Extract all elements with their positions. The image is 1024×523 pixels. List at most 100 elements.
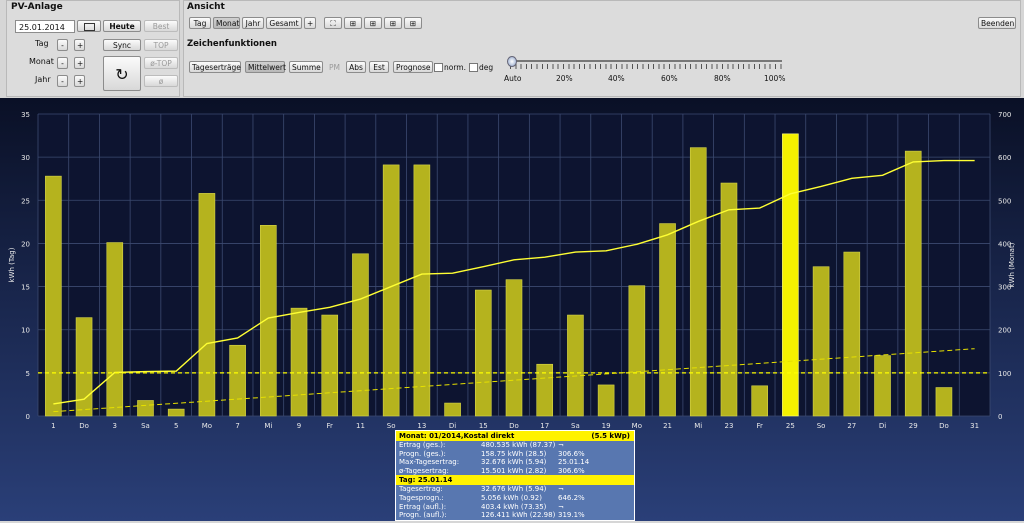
day-header: Tag: 25.01.14 xyxy=(396,475,634,486)
tooltip-cell: Tagesprogn.: xyxy=(399,493,444,502)
y2-tick-label: 200 xyxy=(998,327,1011,335)
x-tick-label: Fr xyxy=(756,422,763,430)
day-rows: Tagesertrag: 32.676 kWh (5.94) ¬ Tagesprogn… xyxy=(396,485,634,519)
x-tick-label: 13 xyxy=(417,422,426,430)
x-tick-label: Sa xyxy=(571,422,580,430)
sum-button[interactable]: Summe xyxy=(289,61,323,73)
x-tick-label: Do xyxy=(79,422,89,430)
norm-checkbox[interactable] xyxy=(434,63,443,72)
top-button[interactable]: TOP xyxy=(144,39,178,51)
bar xyxy=(536,363,554,417)
export-icon-1[interactable]: ⊞ xyxy=(344,17,362,29)
tooltip-cell: 25.01.14 xyxy=(558,458,590,467)
exit-button[interactable]: Beenden xyxy=(978,17,1016,29)
tab-total[interactable]: Gesamt xyxy=(266,17,302,29)
slider-handle[interactable] xyxy=(507,56,517,67)
bar xyxy=(904,150,922,417)
year-minus-button[interactable]: - xyxy=(57,75,68,87)
y2-axis-label: kWh (Monat) xyxy=(1008,242,1016,287)
pv-panel-title: PV-Anlage xyxy=(11,2,63,12)
x-tick-label: 5 xyxy=(174,422,178,430)
tooltip-cell: 15.501 kWh (2.82) xyxy=(481,466,547,475)
year-plus-button[interactable]: + xyxy=(74,75,85,87)
deg-checkbox[interactable] xyxy=(469,63,478,72)
tooltip-cell: Max-Tagesertrag: xyxy=(399,458,460,467)
tooltip-cell: 158.75 kWh (28.5) xyxy=(481,449,547,458)
tooltip-row: Progn. (aufl.): 126.411 kWh (22.98) 319.1% xyxy=(396,511,634,520)
bar xyxy=(689,147,707,417)
tooltip-cell: 5.056 kWh (0.92) xyxy=(481,493,542,502)
month-label: Monat xyxy=(29,57,54,66)
bar xyxy=(843,251,861,417)
x-tick-label: 17 xyxy=(540,422,549,430)
average-button[interactable]: Mittelwert xyxy=(245,61,286,73)
daily-yield-button[interactable]: Tageserträge xyxy=(189,61,241,73)
x-tick-label: 25 xyxy=(786,422,795,430)
avg-button[interactable]: ø xyxy=(144,75,178,87)
x-tick-label: 1 xyxy=(51,422,55,430)
refresh-button[interactable]: ↻ xyxy=(103,56,141,91)
bar xyxy=(137,400,154,417)
fullscreen-icon[interactable]: ⛶ xyxy=(324,17,342,29)
pv-panel: PV-Anlage 25.01.2014 Heute Best Tag - + … xyxy=(6,0,180,97)
day-minus-button[interactable]: - xyxy=(57,39,68,51)
y2-tick-label: 500 xyxy=(998,197,1011,205)
avg-top-button[interactable]: ø-TOP xyxy=(144,57,178,69)
y-tick-label: 30 xyxy=(21,154,30,162)
zoom-slider[interactable] xyxy=(507,56,782,74)
bar xyxy=(167,408,185,417)
tab-month[interactable]: Monat xyxy=(213,17,240,29)
bar xyxy=(290,307,308,417)
month-minus-button[interactable]: - xyxy=(57,57,68,69)
slider-ticks xyxy=(510,64,782,69)
slider-label-40: 40% xyxy=(608,74,625,83)
x-tick-label: 31 xyxy=(970,422,979,430)
x-tick-label: Mi xyxy=(264,422,272,430)
tab-day[interactable]: Tag xyxy=(189,17,211,29)
forecast-button[interactable]: Prognose xyxy=(393,61,433,73)
day-label: Tag xyxy=(35,39,49,48)
y-tick-label: 15 xyxy=(21,284,30,292)
month-rows: Ertrag (ges.): 480.535 kWh (87.37) ¬ Progn.… xyxy=(396,441,634,475)
x-tick-label: 15 xyxy=(479,422,488,430)
tooltip-row: Progn. (ges.): 158.75 kWh (28.5) 306.6% xyxy=(396,450,634,459)
tooltip-cell: Ertrag (ges.): xyxy=(399,441,446,449)
calendar-icon xyxy=(83,23,95,31)
x-tick-label: 23 xyxy=(725,422,734,430)
x-tick-label: So xyxy=(817,422,826,430)
tab-year[interactable]: Jahr xyxy=(242,17,264,29)
bar xyxy=(413,164,431,417)
tooltip-row: Ertrag (aufl.): 403.4 kWh (73.35) ¬ xyxy=(396,503,634,512)
best-button[interactable]: Best xyxy=(144,20,178,32)
export-icon-2[interactable]: ⊞ xyxy=(364,17,382,29)
x-tick-label: Sa xyxy=(141,422,150,430)
x-tick-label: 7 xyxy=(235,422,239,430)
x-tick-label: Mo xyxy=(202,422,212,430)
x-tick-label: Fr xyxy=(327,422,334,430)
bar xyxy=(198,193,216,417)
est-button[interactable]: Est xyxy=(369,61,389,73)
slider-label-auto: Auto xyxy=(504,74,522,83)
x-tick-label: 29 xyxy=(909,422,918,430)
y-tick-label: 35 xyxy=(21,111,30,119)
bar xyxy=(720,182,738,417)
tooltip-cell: Tagesertrag: xyxy=(399,485,443,494)
abs-button[interactable]: Abs xyxy=(346,61,366,73)
calendar-button[interactable] xyxy=(77,20,101,32)
date-input[interactable]: 25.01.2014 xyxy=(15,20,75,33)
sync-button[interactable]: Sync xyxy=(103,39,141,51)
slider-label-80: 80% xyxy=(714,74,731,83)
y-tick-label: 0 xyxy=(26,413,30,421)
export-icon-3[interactable]: ⊞ xyxy=(384,17,402,29)
month-plus-button[interactable]: + xyxy=(74,57,85,69)
tooltip-cell: Ertrag (aufl.): xyxy=(399,502,447,511)
bar xyxy=(106,242,124,417)
export-icon-4[interactable]: ⊞ xyxy=(404,17,422,29)
day-plus-button[interactable]: + xyxy=(74,39,85,51)
tooltip-row: Max-Tagesertrag: 32.676 kWh (5.94) 25.01.1… xyxy=(396,458,634,467)
pm-label[interactable]: PM xyxy=(329,63,340,72)
today-button[interactable]: Heute xyxy=(103,20,141,32)
month-header: Monat: 01/2014,Kostal direkt (5.5 kWp) xyxy=(396,431,634,441)
day-header-title: Tag: 25.01.14 xyxy=(399,476,453,485)
tab-plus[interactable]: + xyxy=(304,17,316,29)
